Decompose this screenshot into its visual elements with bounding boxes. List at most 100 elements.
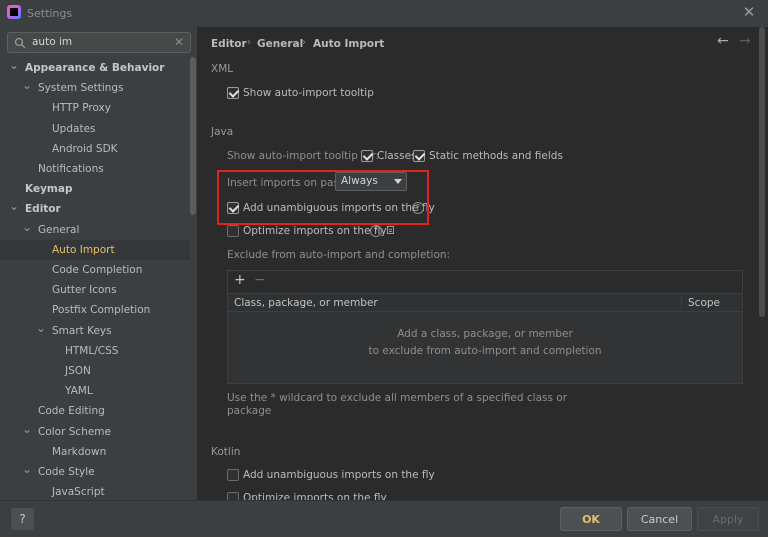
sidebar-item-updates[interactable]: Updates bbox=[0, 119, 190, 139]
show-auto-import-tooltip-checkbox[interactable] bbox=[227, 87, 239, 99]
sidebar-item-label: HTTP Proxy bbox=[52, 102, 111, 115]
section-xml: XML bbox=[211, 63, 234, 75]
sidebar-item-label: YAML bbox=[65, 385, 93, 398]
sidebar-item-appearance-behavior[interactable]: ⌄ Appearance & Behavior bbox=[0, 58, 190, 78]
table-header: Class, package, or member Scope bbox=[228, 293, 742, 313]
sidebar-item-label: JSON bbox=[65, 365, 91, 377]
sidebar-item-label: General bbox=[38, 223, 80, 236]
sidebar-item-label: HTML/CSS bbox=[65, 344, 119, 357]
sidebar-item-html-css[interactable]: HTML/CSS bbox=[0, 341, 190, 361]
sidebar-item-http-proxy[interactable]: HTTP Proxy bbox=[0, 98, 190, 118]
sidebar-item-postfix-completion[interactable]: Postfix Completion bbox=[0, 300, 190, 320]
search-value: auto im bbox=[32, 36, 73, 48]
sidebar-item-label: Keymap bbox=[25, 183, 73, 196]
chevron-down-icon[interactable]: ⌄ bbox=[22, 220, 32, 240]
sidebar-item-label: System Settings bbox=[38, 82, 124, 95]
sidebar-scrollbar[interactable] bbox=[190, 57, 196, 215]
breadcrumb-separator-icon: › bbox=[302, 37, 306, 48]
empty-table-text-line2: to exclude from auto-import and completi… bbox=[368, 345, 602, 357]
clear-search-icon[interactable]: ✕ bbox=[174, 35, 184, 49]
close-icon[interactable]: ✕ bbox=[741, 3, 757, 21]
sidebar-item-code-style[interactable]: ⌄ Code Style bbox=[0, 462, 190, 482]
forward-arrow-icon[interactable]: → bbox=[739, 33, 751, 49]
sidebar-item-label: Smart Keys bbox=[52, 324, 112, 337]
breadcrumb-auto-import: Auto Import bbox=[313, 38, 385, 50]
section-java: Java bbox=[211, 126, 234, 138]
sidebar-item-javascript[interactable]: JavaScript bbox=[0, 482, 190, 500]
remove-icon[interactable]: − bbox=[254, 272, 266, 288]
back-arrow-icon[interactable]: ← bbox=[717, 33, 729, 49]
sidebar-item-code-completion[interactable]: Code Completion bbox=[0, 260, 190, 280]
kotlin-optimize-label: Optimize imports on the fly bbox=[243, 492, 387, 500]
sidebar-item-editor[interactable]: ⌄ Editor bbox=[0, 199, 190, 219]
sidebar-item-label: Editor bbox=[25, 203, 61, 216]
sidebar-item-keymap[interactable]: Keymap bbox=[0, 179, 190, 199]
show-auto-import-tooltip-label: Show auto-import tooltip bbox=[243, 87, 374, 99]
dialog-footer: ? OK Cancel Apply bbox=[0, 500, 768, 537]
search-icon bbox=[14, 37, 26, 49]
sidebar-item-notifications[interactable]: Notifications bbox=[0, 159, 190, 179]
chevron-down-icon[interactable]: ⌄ bbox=[22, 462, 32, 482]
wildcard-note-line2: package bbox=[227, 405, 272, 417]
static-methods-checkbox[interactable] bbox=[413, 150, 425, 162]
chevron-down-icon[interactable]: ⌄ bbox=[9, 199, 19, 219]
sidebar-item-label: JavaScript bbox=[52, 486, 105, 499]
apply-button[interactable]: Apply bbox=[697, 507, 759, 531]
window-title: Settings bbox=[27, 7, 73, 20]
exclude-table: + − Class, package, or member Scope Add … bbox=[227, 270, 743, 384]
chevron-down-icon[interactable]: ⌄ bbox=[22, 78, 32, 98]
table-body[interactable]: Add a class, package, or member to exclu… bbox=[228, 312, 742, 383]
cancel-button[interactable]: Cancel bbox=[627, 507, 692, 531]
sidebar-item-auto-import[interactable]: Auto Import bbox=[0, 239, 190, 260]
settings-content: Editor › General › Auto Import ← → XML S… bbox=[197, 27, 768, 500]
optimize-imports-label: Optimize imports on the fly bbox=[243, 225, 387, 237]
help-icon[interactable]: ? bbox=[370, 225, 382, 237]
sidebar-item-color-scheme[interactable]: ⌄ Color Scheme bbox=[0, 422, 190, 442]
search-input[interactable]: auto im ✕ bbox=[7, 32, 191, 53]
sidebar-item-smart-keys[interactable]: ⌄ Smart Keys bbox=[0, 321, 190, 341]
sidebar-item-system-settings[interactable]: ⌄ System Settings bbox=[0, 78, 190, 98]
kotlin-optimize-checkbox[interactable] bbox=[227, 492, 239, 500]
column-header-class[interactable]: Class, package, or member bbox=[234, 297, 378, 309]
kotlin-add-unambiguous-checkbox[interactable] bbox=[227, 469, 239, 481]
chevron-down-icon[interactable]: ⌄ bbox=[9, 58, 19, 78]
document-icon[interactable] bbox=[387, 226, 394, 234]
sidebar-item-label: Markdown bbox=[52, 445, 107, 458]
ok-button[interactable]: OK bbox=[560, 507, 622, 531]
column-header-scope[interactable]: Scope bbox=[688, 297, 720, 309]
table-toolbar: + − bbox=[228, 271, 742, 293]
content-scrollbar[interactable] bbox=[759, 27, 765, 317]
sidebar-item-gutter-icons[interactable]: Gutter Icons bbox=[0, 280, 190, 300]
title-bar: Settings ✕ bbox=[0, 0, 768, 27]
sidebar-item-label: Color Scheme bbox=[38, 425, 111, 438]
sidebar-item-markdown[interactable]: Markdown bbox=[0, 442, 190, 462]
sidebar-item-label: Appearance & Behavior bbox=[25, 62, 165, 74]
settings-sidebar: auto im ✕ ⌄ Appearance & Behavior ⌄ System … bbox=[0, 27, 197, 500]
tooltip-for-label: Show auto-import tooltip for: bbox=[227, 150, 379, 162]
exclude-label: Exclude from auto-import and completion: bbox=[227, 249, 451, 261]
sidebar-item-label: Notifications bbox=[38, 163, 104, 175]
classes-checkbox[interactable] bbox=[361, 150, 373, 162]
breadcrumb-general[interactable]: General bbox=[257, 38, 303, 50]
optimize-imports-checkbox[interactable] bbox=[227, 225, 239, 237]
chevron-down-icon[interactable]: ⌄ bbox=[36, 321, 46, 341]
help-button[interactable]: ? bbox=[11, 508, 34, 530]
sidebar-item-label: Auto Import bbox=[52, 243, 115, 256]
add-icon[interactable]: + bbox=[234, 272, 246, 288]
kotlin-add-unambiguous-label: Add unambiguous imports on the fly bbox=[243, 469, 435, 481]
chevron-down-icon[interactable]: ⌄ bbox=[22, 422, 32, 442]
breadcrumb-editor[interactable]: Editor bbox=[211, 38, 247, 50]
sidebar-item-general[interactable]: ⌄ General bbox=[0, 220, 190, 240]
sidebar-item-android-sdk[interactable]: Android SDK bbox=[0, 139, 190, 159]
sidebar-item-code-editing[interactable]: Code Editing bbox=[0, 401, 190, 421]
column-divider bbox=[681, 294, 682, 313]
sidebar-item-yaml[interactable]: YAML bbox=[0, 381, 190, 401]
sidebar-item-label: Updates bbox=[52, 122, 96, 135]
sidebar-item-label: Code Editing bbox=[38, 405, 105, 418]
breadcrumb-separator-icon: › bbox=[247, 37, 251, 48]
sidebar-item-label: Gutter Icons bbox=[52, 284, 117, 297]
app-logo-icon bbox=[7, 5, 21, 19]
sidebar-item-json[interactable]: JSON bbox=[0, 361, 190, 381]
sidebar-item-label: Code Completion bbox=[52, 264, 143, 276]
sidebar-item-label: Postfix Completion bbox=[52, 304, 151, 317]
